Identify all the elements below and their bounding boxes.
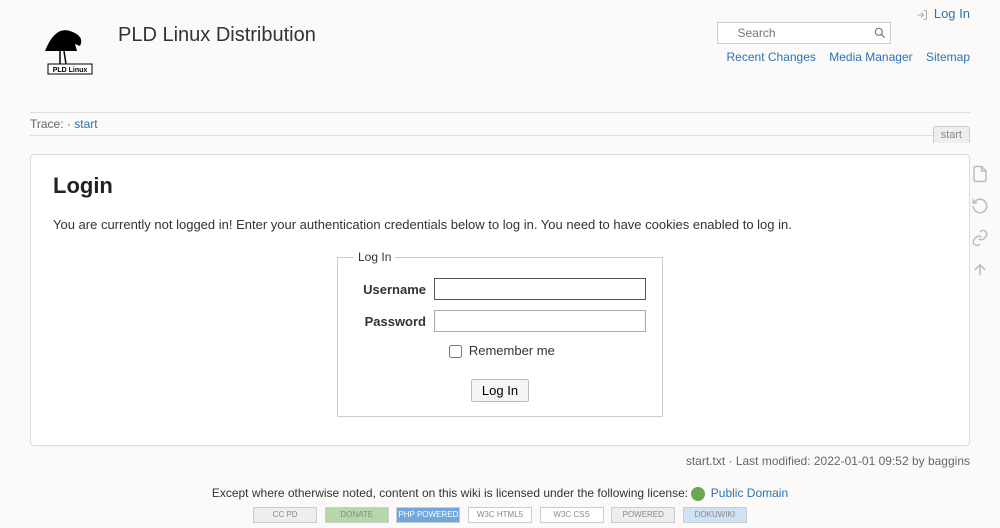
badge-powered[interactable]: POWERED (611, 507, 675, 523)
nav-sitemap[interactable]: Sitemap (926, 50, 970, 64)
login-legend: Log In (354, 250, 395, 264)
revisions-icon[interactable] (966, 192, 994, 220)
remember-checkbox[interactable] (449, 345, 462, 358)
password-label: Password (354, 314, 426, 329)
license-text: Except where otherwise noted, content on… (30, 486, 970, 501)
header-tools: Recent Changes Media Manager Sitemap (717, 22, 971, 64)
login-submit-button[interactable]: Log In (471, 379, 529, 402)
trace-sep: · (67, 117, 71, 131)
site-logo[interactable]: PLD Linux (30, 16, 110, 76)
username-label: Username (354, 282, 426, 297)
page-title: Login (53, 173, 947, 199)
footer-badges: CC PD DONATE PHP POWERED W3C HTML5 W3C C… (30, 507, 970, 524)
svg-text:PLD Linux: PLD Linux (53, 67, 88, 74)
top-login-link[interactable]: Log In (916, 6, 970, 21)
license-pre: Except where otherwise noted, content on… (212, 486, 692, 500)
trace-link-start[interactable]: start (74, 117, 97, 131)
username-input[interactable] (434, 278, 646, 300)
badge-donate[interactable]: DONATE (325, 507, 389, 523)
main-content: Login You are currently not logged in! E… (30, 154, 970, 446)
login-intro-text: You are currently not logged in! Enter y… (53, 217, 947, 232)
badge-php[interactable]: PHP POWERED (396, 507, 460, 523)
login-fieldset: Log In Username Password Remember me Log… (337, 250, 663, 417)
site-title[interactable]: PLD Linux Distribution (118, 24, 316, 47)
public-domain-icon (691, 487, 705, 501)
nav-media-manager[interactable]: Media Manager (829, 50, 912, 64)
badge-cc[interactable]: CC PD (253, 507, 317, 523)
page-tools (966, 160, 994, 288)
remember-label: Remember me (469, 343, 555, 358)
search-input[interactable] (734, 23, 890, 43)
license-link[interactable]: Public Domain (711, 486, 788, 500)
badge-dokuwiki[interactable]: DOKUWIKI (683, 507, 747, 523)
password-input[interactable] (434, 310, 646, 332)
trace-label: Trace: (30, 117, 64, 131)
show-page-icon[interactable] (966, 160, 994, 188)
search-icon[interactable] (873, 26, 887, 43)
breadcrumb: Trace: · start (30, 112, 970, 136)
login-link-text[interactable]: Log In (934, 6, 970, 21)
backlinks-icon[interactable] (966, 224, 994, 252)
last-modified-text: start.txt · Last modified: 2022-01-01 09… (30, 454, 970, 468)
back-to-top-icon[interactable] (966, 256, 994, 284)
search-form (717, 22, 891, 44)
login-icon (916, 9, 928, 21)
page-tab-start[interactable]: start (933, 126, 970, 143)
nav-recent-changes[interactable]: Recent Changes (727, 50, 816, 64)
badge-css[interactable]: W3C CSS (540, 507, 604, 523)
badge-html5[interactable]: W3C HTML5 (468, 507, 532, 523)
header: PLD Linux PLD Linux Distribution Recent … (30, 0, 970, 76)
